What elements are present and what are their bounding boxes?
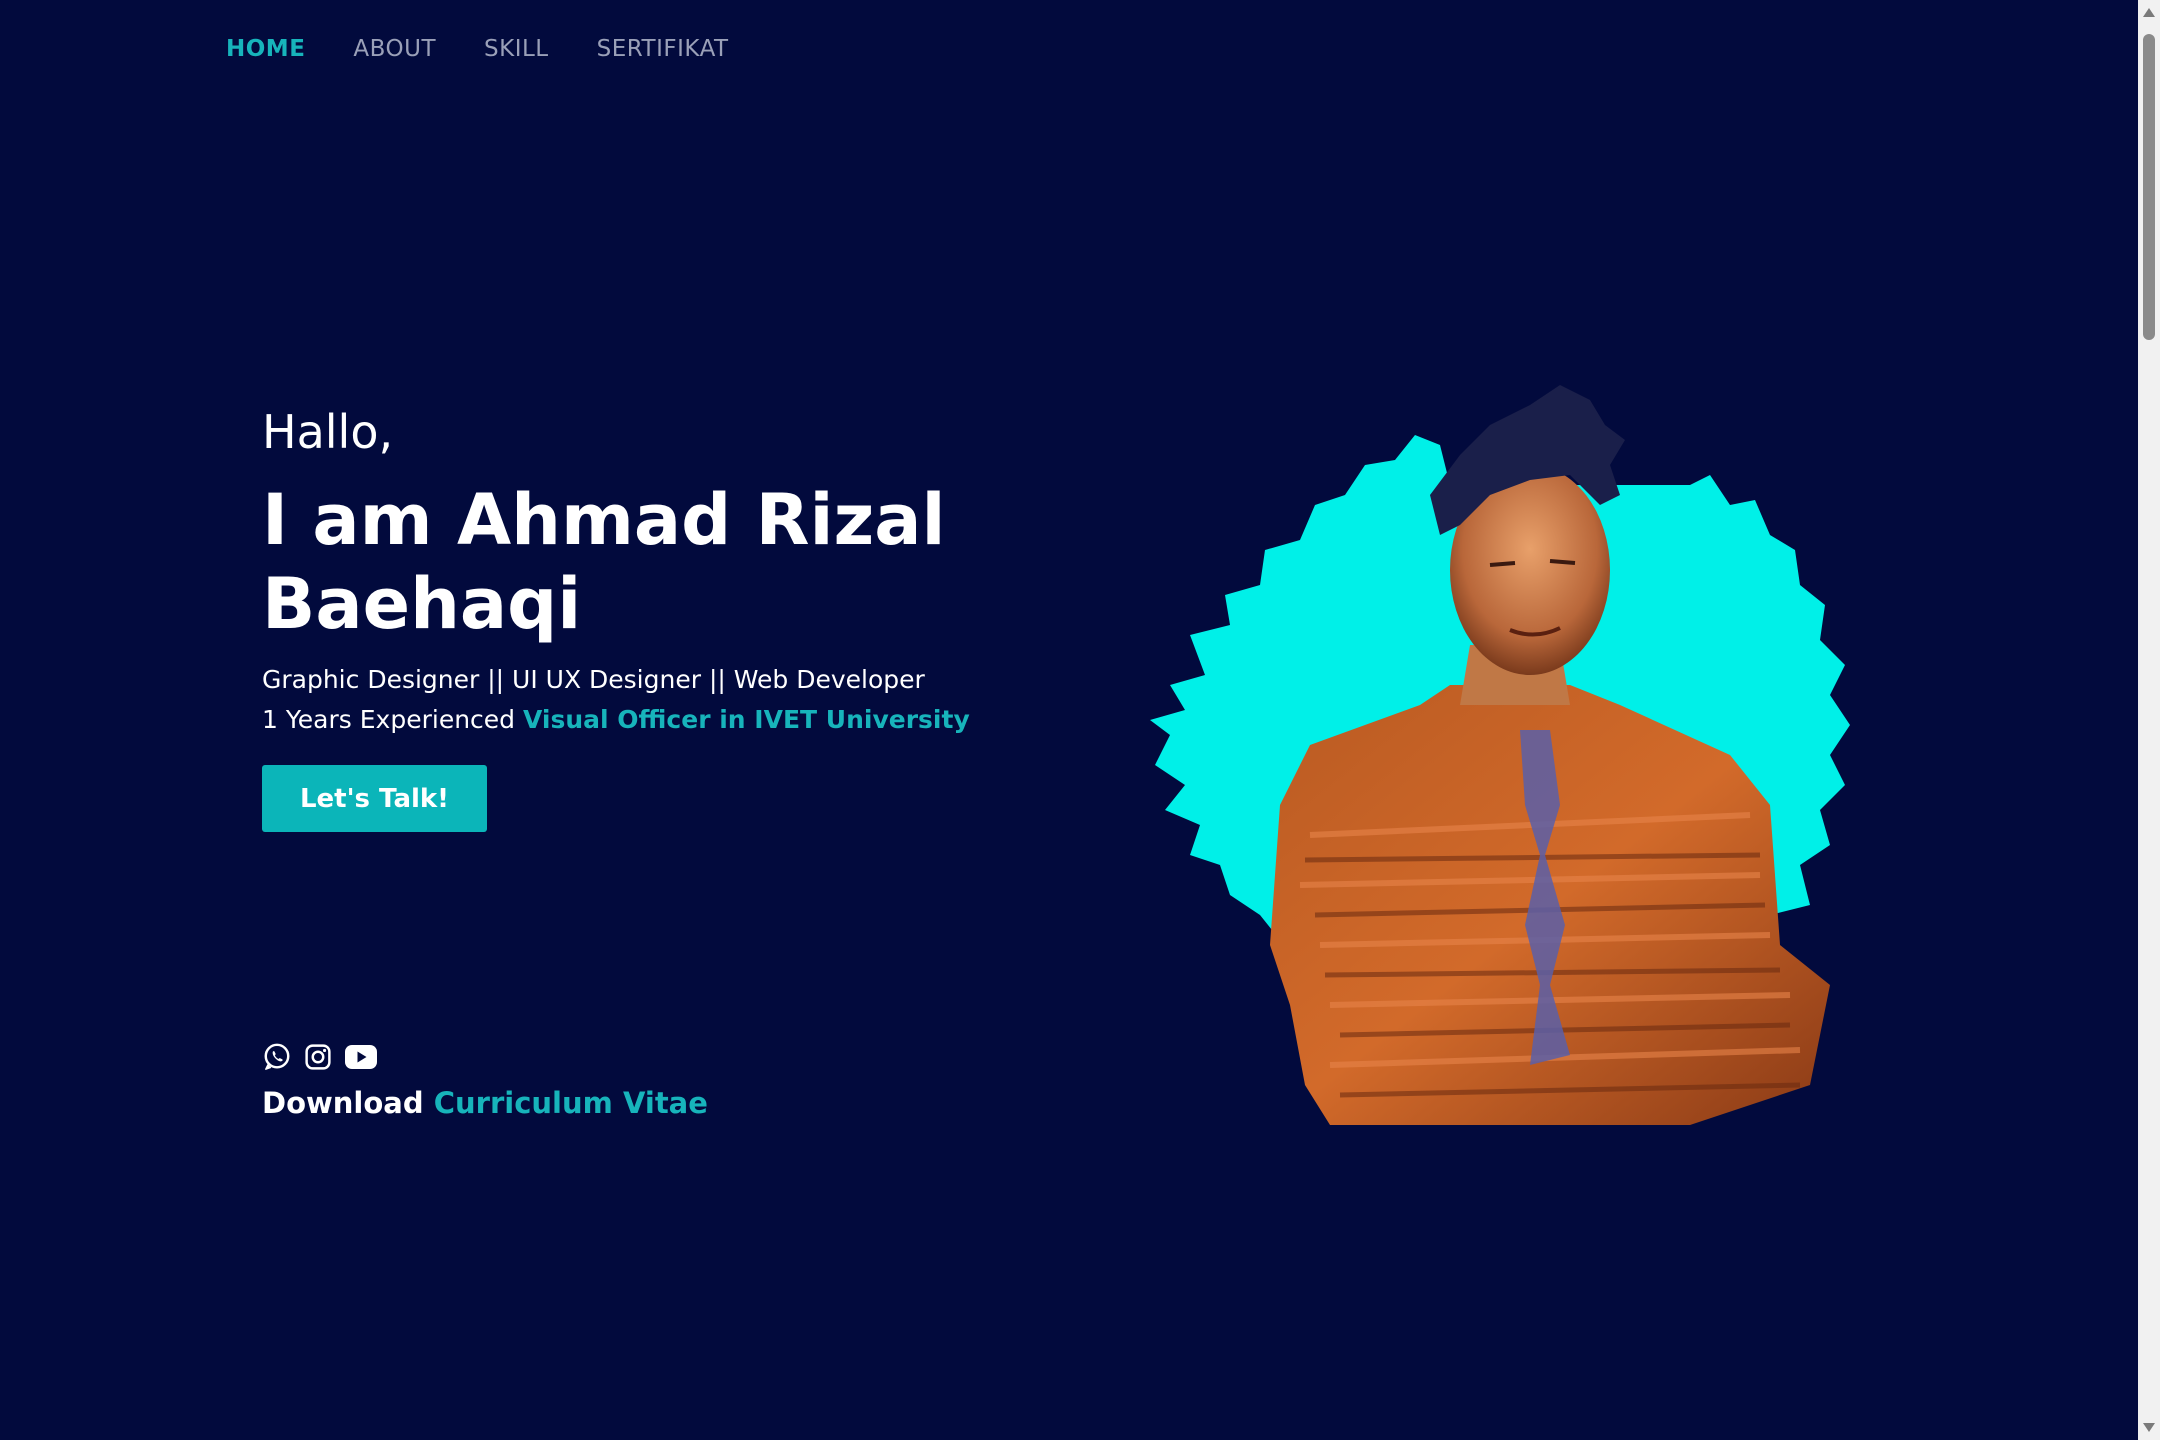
- lets-talk-button[interactable]: Let's Talk!: [262, 765, 487, 832]
- experience-text: 1 Years Experienced Visual Officer in IV…: [262, 705, 970, 734]
- youtube-icon[interactable]: [344, 1044, 378, 1070]
- nav-item-sertifikat[interactable]: SERTIFIKAT: [597, 36, 729, 62]
- scroll-up-arrow[interactable]: [2143, 8, 2155, 17]
- hero-name: I am Ahmad Rizal Baehaqi: [262, 479, 946, 645]
- greeting: Hallo,: [262, 405, 394, 459]
- instagram-icon[interactable]: [304, 1043, 332, 1071]
- experience-prefix: 1 Years Experienced: [262, 705, 516, 734]
- download-cv: Download Curriculum Vitae: [262, 1086, 708, 1120]
- page: HOME ABOUT SKILL SERTIFIKAT Hallo, I am …: [0, 0, 2160, 1440]
- social-links: [262, 1042, 378, 1072]
- nav-item-skill[interactable]: SKILL: [484, 36, 549, 62]
- whatsapp-icon[interactable]: [262, 1042, 292, 1072]
- left-eye: [1489, 561, 1516, 567]
- roles-text: Graphic Designer || UI UX Designer || We…: [262, 665, 925, 694]
- profile-portrait: [1150, 385, 1850, 1125]
- scroll-down-arrow[interactable]: [2143, 1423, 2155, 1432]
- scrollbar[interactable]: [2138, 0, 2160, 1440]
- curriculum-vitae-link[interactable]: Curriculum Vitae: [434, 1086, 708, 1120]
- experience-highlight: Visual Officer in IVET University: [523, 705, 970, 734]
- right-eye: [1549, 559, 1576, 565]
- nav-item-about[interactable]: ABOUT: [353, 36, 436, 62]
- download-prefix: Download: [262, 1086, 424, 1120]
- top-nav: HOME ABOUT SKILL SERTIFIKAT: [226, 36, 729, 62]
- scroll-thumb[interactable]: [2143, 34, 2155, 340]
- nav-item-home[interactable]: HOME: [226, 36, 305, 62]
